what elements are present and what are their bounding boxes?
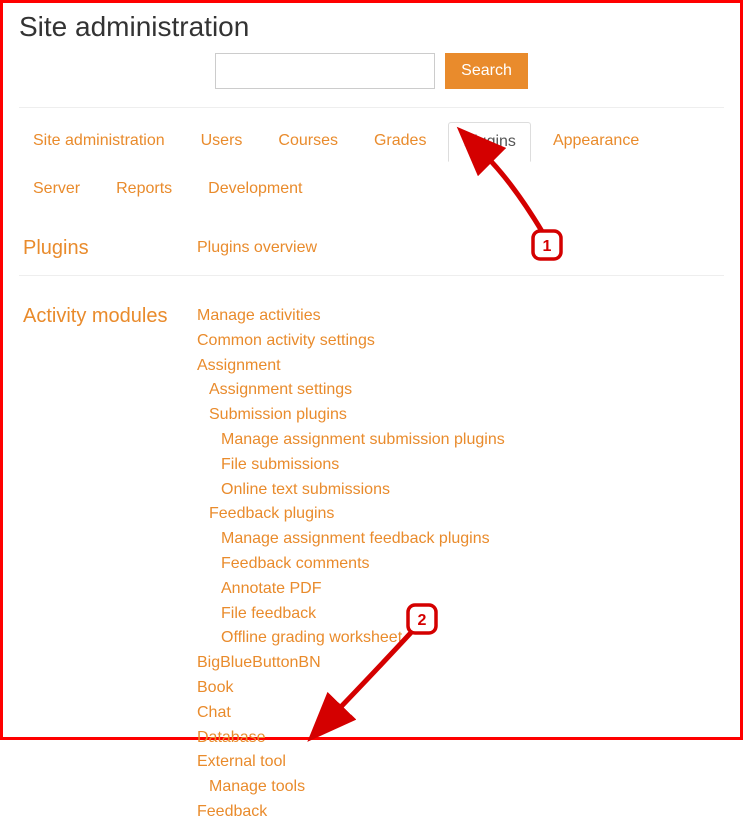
tab-users[interactable]: Users <box>187 122 257 162</box>
tab-appearance[interactable]: Appearance <box>539 122 653 162</box>
search-button[interactable]: Search <box>445 53 528 89</box>
search-input[interactable] <box>215 53 435 89</box>
tab-development[interactable]: Development <box>194 170 316 208</box>
search-row: Search <box>19 53 724 89</box>
tabs-nav: Site administration Users Courses Grades… <box>19 122 724 216</box>
section-plugins: Plugins Plugins overview <box>19 222 724 275</box>
link-assignment[interactable]: Assignment <box>197 354 724 379</box>
link-submission-plugins[interactable]: Submission plugins <box>197 403 724 428</box>
link-chat[interactable]: Chat <box>197 701 724 726</box>
page-title: Site administration <box>19 11 724 43</box>
link-common-activity-settings[interactable]: Common activity settings <box>197 329 724 354</box>
link-online-text-submissions[interactable]: Online text submissions <box>197 478 724 503</box>
tab-site-administration[interactable]: Site administration <box>19 122 179 162</box>
link-file-submissions[interactable]: File submissions <box>197 453 724 478</box>
tab-grades[interactable]: Grades <box>360 122 440 162</box>
link-database[interactable]: Database <box>197 726 724 751</box>
link-plugins-overview[interactable]: Plugins overview <box>197 236 724 261</box>
tab-server[interactable]: Server <box>19 170 94 208</box>
activity-links: Manage activities Common activity settin… <box>197 304 724 825</box>
section-activity-label: Activity modules <box>19 304 197 825</box>
link-assignment-settings[interactable]: Assignment settings <box>197 378 724 403</box>
link-annotate-pdf[interactable]: Annotate PDF <box>197 577 724 602</box>
section-activity-modules: Activity modules Manage activities Commo… <box>19 290 724 839</box>
link-bigbluebuttonbn[interactable]: BigBlueButtonBN <box>197 651 724 676</box>
link-book[interactable]: Book <box>197 676 724 701</box>
link-manage-activities[interactable]: Manage activities <box>197 304 724 329</box>
tab-reports[interactable]: Reports <box>102 170 186 208</box>
link-feedback[interactable]: Feedback <box>197 800 724 825</box>
link-manage-submission-plugins[interactable]: Manage assignment submission plugins <box>197 428 724 453</box>
link-manage-tools[interactable]: Manage tools <box>197 775 724 800</box>
tab-plugins[interactable]: Plugins <box>448 122 530 162</box>
link-file-feedback[interactable]: File feedback <box>197 602 724 627</box>
link-feedback-comments[interactable]: Feedback comments <box>197 552 724 577</box>
link-feedback-plugins[interactable]: Feedback plugins <box>197 502 724 527</box>
link-external-tool[interactable]: External tool <box>197 750 724 775</box>
link-offline-grading-worksheet[interactable]: Offline grading worksheet <box>197 626 724 651</box>
divider <box>19 275 724 276</box>
tab-courses[interactable]: Courses <box>264 122 352 162</box>
link-manage-feedback-plugins[interactable]: Manage assignment feedback plugins <box>197 527 724 552</box>
divider <box>19 107 724 108</box>
section-plugins-label: Plugins <box>19 236 197 261</box>
